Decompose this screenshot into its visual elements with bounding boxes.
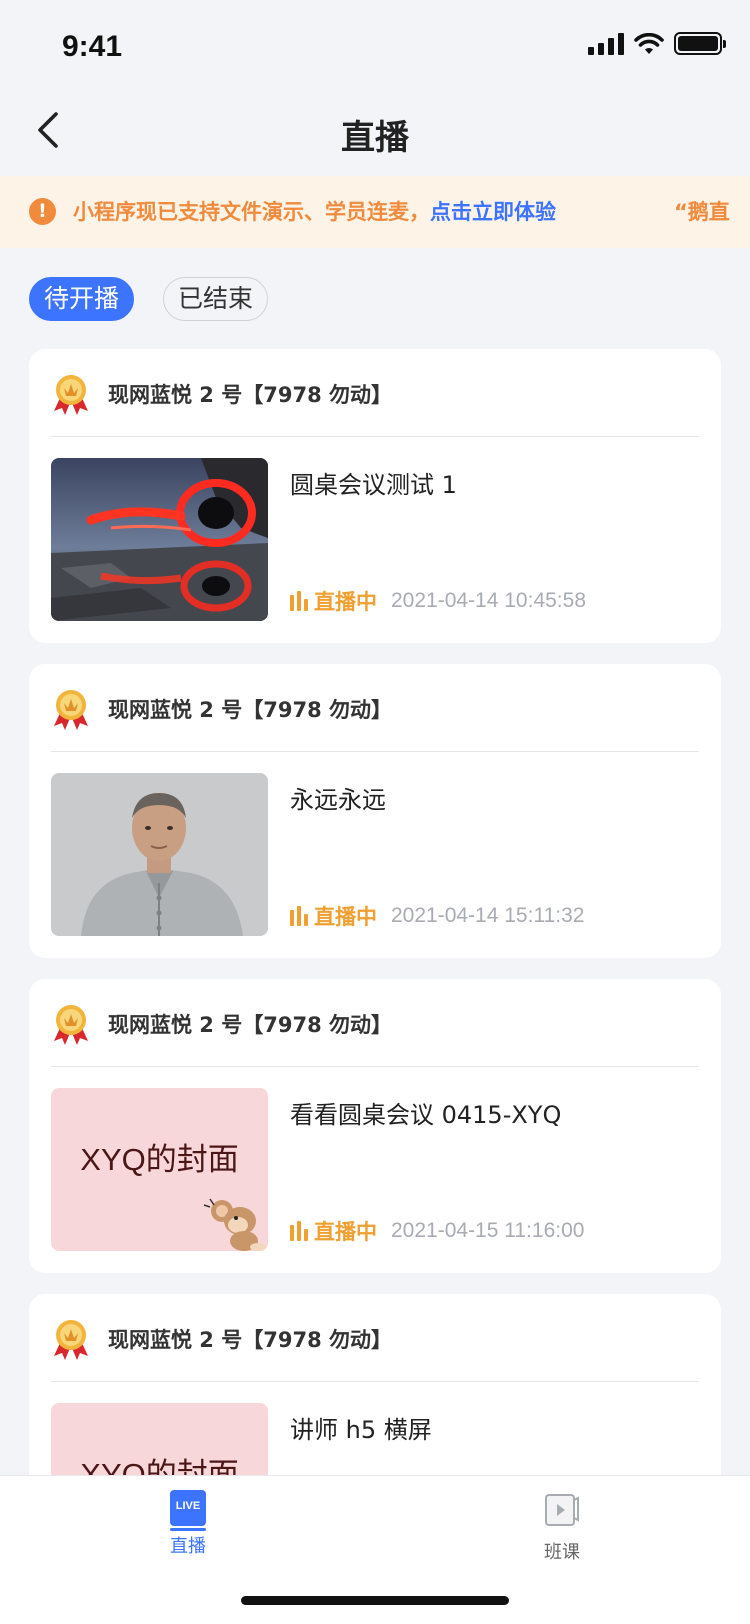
- course-title: 圆桌会议测试 1: [290, 471, 457, 499]
- divider: [51, 751, 699, 752]
- card-header: 现网蓝悦 2 号【7978 勿动】: [51, 1316, 699, 1360]
- live-bars-icon: [290, 1221, 308, 1241]
- wifi-icon: [634, 32, 664, 54]
- divider: [51, 1381, 699, 1382]
- course-title: 永远永远: [290, 786, 386, 814]
- live-status: 直播中: [314, 905, 377, 929]
- nav-bar: 直播: [0, 90, 750, 176]
- notice-text: 小程序现已支持文件演示、学员连麦，点击立即体验: [73, 196, 556, 226]
- live-time: 2021-04-14 10:45:58: [391, 589, 586, 612]
- live-icon: LIVE: [170, 1490, 206, 1531]
- tab-class[interactable]: 班课: [502, 1490, 622, 1564]
- org-name: 现网蓝悦 2 号【7978 勿动】: [108, 383, 392, 407]
- exclamation-icon: !: [29, 198, 56, 225]
- tab-ended[interactable]: 已结束: [163, 277, 269, 321]
- tab-live-label: 直播: [170, 1536, 206, 1557]
- live-time: 2021-04-15 11:16:00: [391, 1219, 585, 1242]
- medal-icon: [54, 1005, 88, 1045]
- card-header: 现网蓝悦 2 号【7978 勿动】: [51, 686, 699, 730]
- tab-class-label: 班课: [544, 1542, 580, 1563]
- live-status: 直播中: [314, 590, 377, 614]
- tab-live[interactable]: LIVE 直播: [128, 1490, 248, 1558]
- home-indicator: [241, 1596, 509, 1605]
- status-icons: [588, 32, 726, 55]
- cover-text: XYQ的封面: [80, 1142, 239, 1177]
- medal-icon: [54, 690, 88, 730]
- battery-icon: [674, 32, 726, 55]
- live-bars-icon: [290, 906, 308, 926]
- video-class-icon: [545, 1494, 579, 1526]
- notice-bar: ! 小程序现已支持文件演示、学员连麦，点击立即体验 “鹅直: [0, 176, 750, 248]
- course-card[interactable]: 现网蓝悦 2 号【7978 勿动】 XYQ的封面 看看圆桌会议 0415-XYQ…: [29, 979, 721, 1273]
- course-thumbnail: XYQ的封面: [51, 1088, 268, 1251]
- notice-text-scroll: “鹅直: [674, 200, 730, 224]
- divider: [51, 1066, 699, 1067]
- org-name: 现网蓝悦 2 号【7978 勿动】: [108, 1013, 392, 1037]
- medal-icon: [54, 375, 88, 415]
- live-status: 直播中: [314, 1220, 377, 1244]
- card-header: 现网蓝悦 2 号【7978 勿动】: [51, 371, 699, 415]
- divider: [51, 436, 699, 437]
- course-card[interactable]: 现网蓝悦 2 号【7978 勿动】 圆桌会议测试 1 直播中 2021-04-1…: [29, 349, 721, 643]
- notice-message: 小程序现已支持文件演示、学员连麦，: [73, 200, 430, 224]
- medal-icon: [54, 1320, 88, 1360]
- notice-link[interactable]: 点击立即体验: [430, 200, 556, 224]
- org-name: 现网蓝悦 2 号【7978 勿动】: [108, 698, 392, 722]
- live-status-row: 直播中 2021-04-14 15:11:32: [290, 901, 584, 931]
- page-title: 直播: [341, 118, 409, 158]
- cellular-signal-icon: [588, 32, 624, 55]
- status-time: 9:41: [62, 30, 123, 63]
- live-bars-icon: [290, 591, 308, 611]
- org-name: 现网蓝悦 2 号【7978 勿动】: [108, 1328, 392, 1352]
- live-time: 2021-04-14 15:11:32: [391, 904, 585, 927]
- status-bar: 9:41: [0, 0, 750, 90]
- course-title: 看看圆桌会议 0415-XYQ: [290, 1101, 562, 1129]
- course-title: 讲师 h5 横屏: [290, 1416, 432, 1444]
- course-thumbnail: [51, 773, 268, 936]
- filter-tabs: 待开播 已结束: [29, 277, 269, 321]
- card-header: 现网蓝悦 2 号【7978 勿动】: [51, 1001, 699, 1045]
- tab-upcoming[interactable]: 待开播: [29, 277, 135, 321]
- mouse-cartoon-icon: [203, 1198, 266, 1251]
- live-status-row: 直播中 2021-04-14 10:45:58: [290, 586, 586, 616]
- live-status-row: 直播中 2021-04-15 11:16:00: [290, 1216, 584, 1246]
- course-card[interactable]: 现网蓝悦 2 号【7978 勿动】 永远永远 直播中 2021-04-14 15…: [29, 664, 721, 958]
- course-thumbnail: [51, 458, 268, 621]
